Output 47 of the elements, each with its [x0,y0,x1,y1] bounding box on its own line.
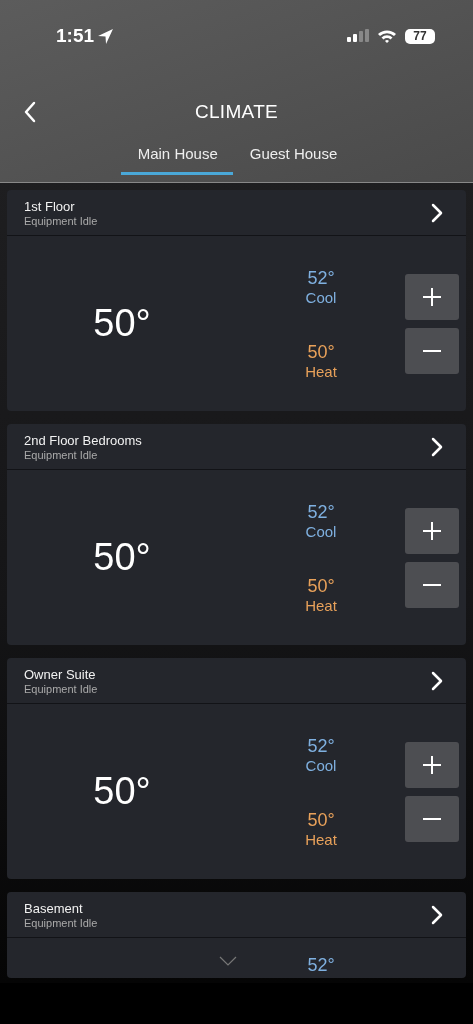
chevron-right-icon[interactable] [431,202,443,223]
current-temperature: 50° [93,770,151,813]
zone-name[interactable]: 1st Floor [24,198,98,214]
cool-label: Cool [305,288,337,306]
cool-label: Cool [305,756,337,774]
signal-icon [347,29,369,43]
battery-icon: 77 [405,28,435,44]
chevron-down-icon[interactable] [219,956,237,966]
zone-status: Equipment Idle [24,448,99,461]
tab[interactable]: Main House [120,138,233,175]
increase-button[interactable] [405,507,459,554]
chevron-right-icon[interactable] [431,670,443,691]
zone-status: Equipment Idle [24,916,98,929]
zone-name[interactable]: Owner Suite [24,666,98,682]
heat-label: Heat [305,830,337,848]
status-time: 1:51 [56,25,95,47]
zone-name[interactable]: 2nd Floor Bedrooms [24,432,142,448]
plus-icon [422,520,442,541]
chevron-right-icon[interactable] [431,436,443,457]
wifi-icon [377,29,397,43]
cool-setpoint: 52° [307,955,335,976]
minus-icon [422,583,442,586]
zone-name[interactable]: Basement [24,900,98,916]
chevron-right-icon[interactable] [431,904,443,925]
back-icon[interactable] [24,101,36,123]
current-temperature: 50° [93,536,151,579]
cool-setpoint: 52° [307,267,335,289]
cool-label: Cool [305,522,337,540]
heat-label: Heat [305,362,337,380]
cool-setpoint: 52° [307,735,335,757]
increase-button[interactable] [405,741,459,788]
zone-status: Equipment Idle [24,214,98,227]
plus-icon [422,754,442,775]
heat-setpoint: 50° [307,341,335,363]
heat-label: Heat [305,596,337,614]
minus-icon [422,817,442,820]
tab[interactable]: Guest House [232,138,353,175]
minus-icon [422,349,442,352]
increase-button[interactable] [405,273,459,320]
heat-setpoint: 50° [307,575,335,597]
cool-setpoint: 52° [307,501,335,523]
location-arrow-icon [97,27,115,45]
plus-icon [422,286,442,307]
page-title: CLIMATE [194,101,278,123]
zone-status: Equipment Idle [24,682,98,695]
heat-setpoint: 50° [307,809,335,831]
current-temperature: 50° [93,302,151,345]
